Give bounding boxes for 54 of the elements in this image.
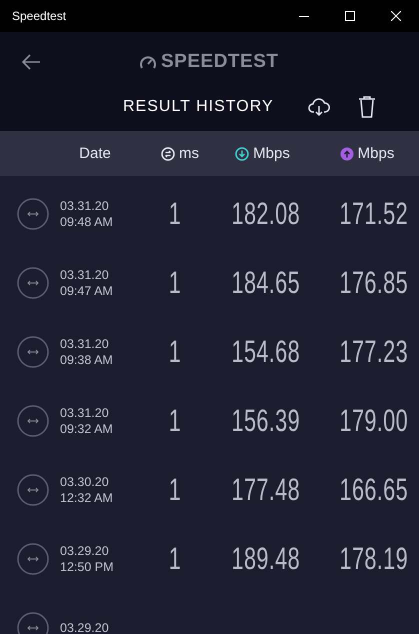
- column-header: Date: [79, 145, 111, 162]
- maximize-icon[interactable]: [345, 11, 355, 21]
- ping-value: 1: [168, 334, 182, 370]
- download-value: 184.65: [230, 264, 300, 300]
- connection-icon[interactable]: [17, 198, 49, 230]
- test-time: 09:47 AM: [60, 282, 113, 298]
- ping-icon: [161, 146, 175, 160]
- ping-value: 1: [168, 402, 182, 438]
- connection-icon[interactable]: [17, 404, 49, 436]
- download-value: 189.48: [230, 540, 300, 576]
- connection-icon[interactable]: [17, 542, 49, 574]
- test-time: 12:50 PM: [60, 558, 114, 574]
- cloud-download-button[interactable]: [308, 97, 330, 117]
- upload-value: 177.23: [338, 334, 408, 370]
- test-time: 09:48 AM: [60, 214, 113, 230]
- ping-value: 1: [168, 540, 182, 576]
- upload-value: 176.85: [338, 264, 408, 300]
- download-value: 156.39: [230, 402, 300, 438]
- test-date: 03.31.20: [60, 336, 110, 352]
- upload-value: 166.65: [338, 472, 408, 508]
- ping-value: 1: [168, 196, 182, 232]
- back-arrow-icon[interactable]: [21, 54, 41, 70]
- test-date: 03.31.20: [60, 266, 110, 282]
- close-icon[interactable]: [391, 11, 401, 21]
- gauge-icon: [139, 54, 157, 70]
- connection-icon[interactable]: [17, 612, 49, 634]
- ping-value: 1: [168, 264, 182, 300]
- page-title: RESULT HISTORY: [123, 98, 274, 116]
- test-date: 03.29.20: [60, 542, 110, 558]
- upload-value: 178.19: [338, 540, 408, 576]
- test-date: 03.31.20: [60, 404, 110, 420]
- test-date: 03.30.20: [60, 474, 110, 490]
- test-date: 03.31.20: [60, 198, 110, 214]
- connection-icon[interactable]: [17, 266, 49, 298]
- test-time: 09:32 AM: [60, 420, 113, 436]
- upload-value: 171.52: [338, 196, 408, 232]
- column-header: Mbps: [358, 145, 394, 162]
- download-value: 177.48: [230, 472, 300, 508]
- test-date: 03.29.20: [60, 620, 109, 634]
- delete-button[interactable]: [358, 96, 376, 118]
- upload-value: 179.00: [338, 402, 408, 438]
- connection-icon[interactable]: [17, 474, 49, 506]
- download-value: 154.68: [230, 334, 300, 370]
- test-time: 12:32 AM: [60, 490, 113, 506]
- logo-text: SPEEDTEST: [161, 51, 278, 73]
- download-icon: [235, 146, 250, 160]
- test-time: 09:38 AM: [60, 352, 113, 368]
- download-value: 182.08: [230, 196, 300, 232]
- ping-value: 1: [168, 472, 182, 508]
- connection-icon[interactable]: [17, 336, 49, 368]
- upload-icon: [340, 146, 354, 160]
- column-header: Mbps: [253, 145, 290, 162]
- window-title: Speedtest: [11, 9, 68, 23]
- column-header: ms: [179, 145, 199, 162]
